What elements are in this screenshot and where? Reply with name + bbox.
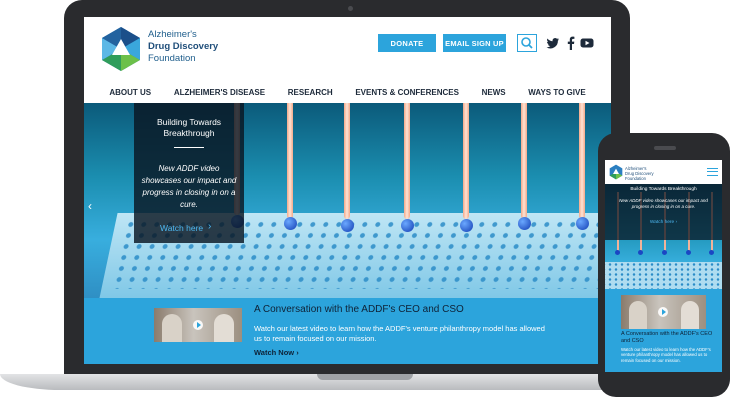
blue-droplet [460, 219, 473, 232]
person-right-image [681, 301, 699, 329]
logo-text: Alzheimer's Drug Discovery Foundation [148, 29, 218, 65]
pipette-tip [579, 103, 585, 219]
pipette-tip [404, 103, 410, 219]
blue-droplet [709, 250, 714, 255]
youtube-icon[interactable] [580, 36, 594, 50]
mobile-video-section: A Conversation with the ADDF's CEO and C… [605, 289, 722, 372]
phone-screen: Alzheimer's Drug Discovery Foundation Bu… [605, 160, 722, 372]
search-icon [521, 37, 533, 49]
nav-alzheimers-disease[interactable]: ALZHEIMER'S DISEASE [174, 83, 265, 103]
chevron-right-icon: › [296, 348, 299, 357]
blue-droplet [576, 217, 589, 230]
play-icon[interactable] [193, 320, 203, 330]
watch-here-link[interactable]: Watch here [160, 223, 203, 233]
nav-research[interactable]: RESEARCH [288, 83, 333, 103]
video-title: A Conversation with the ADDF's CEO and C… [254, 304, 464, 315]
mobile-watch-here-label: Watch here [649, 220, 675, 225]
chevron-right-icon: › [675, 220, 678, 225]
person-left-image [629, 301, 647, 329]
pipette-tip [344, 103, 350, 219]
laptop-screen: Alzheimer's Drug Discovery Foundation DO… [84, 17, 611, 364]
play-icon[interactable] [658, 307, 668, 317]
pipette-tip [287, 103, 293, 219]
laptop-camera [348, 6, 353, 11]
blue-droplet [686, 250, 691, 255]
hero-title-line-2: Breakthrough [163, 128, 215, 138]
video-thumbnail[interactable] [621, 295, 706, 329]
phone-speaker [654, 146, 676, 150]
hero-title: Building Towards Breakthrough [134, 117, 244, 139]
hero-feature-card: Building Towards Breakthrough New ADDF v… [134, 103, 244, 243]
mobile-video-description: Watch our latest video to learn how the … [621, 347, 711, 363]
blue-droplet [615, 250, 620, 255]
chevron-right-icon[interactable]: › [208, 221, 211, 232]
nav-events-conferences[interactable]: EVENTS & CONFERENCES [355, 83, 459, 103]
addf-logo-icon[interactable] [100, 26, 142, 72]
video-thumbnail[interactable] [154, 308, 242, 342]
mobile-hero-body: New ADDF video showcases our impact and … [619, 198, 708, 209]
logo-line-3: Foundation [148, 53, 196, 64]
person-right-image [214, 314, 234, 342]
twitter-icon[interactable] [546, 36, 560, 50]
main-nav: ABOUT US ALZHEIMER'S DISEASE RESEARCH EV… [84, 83, 611, 103]
hero-banner: Building Towards Breakthrough New ADDF v… [84, 103, 611, 298]
laptop-base-notch [317, 374, 413, 380]
watch-now-label: Watch Now [254, 348, 295, 357]
blue-droplet [662, 250, 667, 255]
hero-title-line-1: Building Towards [156, 117, 222, 127]
nav-ways-to-give[interactable]: WAYS TO GIVE [528, 83, 585, 103]
search-button[interactable] [517, 34, 537, 52]
person-left-image [162, 314, 182, 342]
mobile-hero-title: Building Towards Breakthrough [630, 187, 697, 192]
well-plate-image [605, 262, 722, 289]
logo-text: Alzheimer's Drug Discovery Foundation [625, 166, 654, 181]
logo-line-1: Alzheimer's [148, 29, 197, 40]
mobile-video-title: A Conversation with the ADDF's CEO and C… [621, 331, 713, 344]
donate-button[interactable]: DONATE [378, 34, 436, 52]
pipette-tip [521, 103, 527, 219]
logo-line-2: Drug Discovery [148, 41, 219, 52]
mobile-watch-here-link[interactable]: Watch here › [605, 220, 722, 225]
nav-about-us[interactable]: ABOUT US [109, 83, 151, 103]
mobile-hero-banner: Building Towards Breakthrough New ADDF v… [605, 184, 722, 289]
blue-droplet [518, 217, 531, 230]
carousel-prev-icon[interactable]: ‹ [88, 199, 92, 213]
blue-droplet [401, 219, 414, 232]
video-feature-section: A Conversation with the ADDF's CEO and C… [84, 298, 611, 364]
hamburger-menu-icon[interactable] [707, 168, 718, 176]
hero-divider [174, 147, 204, 148]
blue-droplet [341, 219, 354, 232]
logo-line-3: Foundation [625, 176, 646, 181]
hero-body: New ADDF video showcases our impact and … [141, 164, 237, 209]
mobile-hero-card: Building Towards Breakthrough New ADDF v… [605, 184, 722, 240]
blue-droplet [284, 217, 297, 230]
watch-now-link[interactable]: Watch Now › [254, 348, 299, 357]
blue-droplet [638, 250, 643, 255]
video-description: Watch our latest video to learn how the … [254, 324, 545, 343]
email-signup-button[interactable]: EMAIL SIGN UP [443, 34, 506, 52]
facebook-icon[interactable] [564, 36, 578, 50]
addf-logo-icon[interactable] [609, 164, 623, 180]
nav-news[interactable]: NEWS [482, 83, 506, 103]
pipette-tip [463, 103, 469, 219]
